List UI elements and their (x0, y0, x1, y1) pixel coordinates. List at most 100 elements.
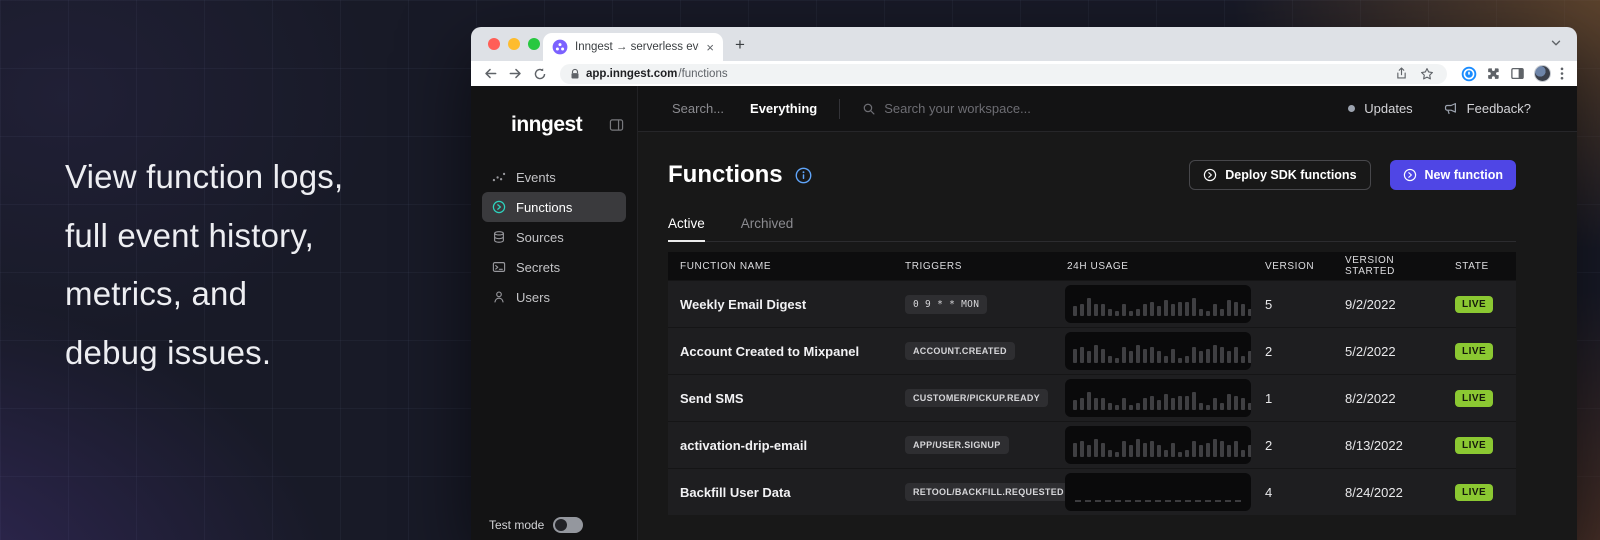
inngest-logo: inngest (511, 113, 609, 137)
info-icon[interactable] (795, 167, 812, 184)
kebab-menu-icon[interactable] (1560, 66, 1564, 81)
sidebar-item-label: Users (516, 290, 550, 305)
sidebar-item-events[interactable]: Events (482, 162, 626, 192)
version-started-date: 8/2/2022 (1331, 391, 1441, 406)
extensions-puzzle-icon[interactable] (1486, 66, 1501, 81)
back-icon[interactable] (480, 66, 500, 81)
table-row[interactable]: Send SMSCUSTOMER/PICKUP.READY18/2/2022LI… (668, 374, 1516, 421)
hero-line: debug issues. (65, 324, 343, 383)
usage-sparkline (1065, 426, 1251, 464)
no-usage-dashline (1075, 500, 1241, 502)
column-header: VERSION STARTED (1331, 255, 1441, 277)
usage-sparkline (1065, 332, 1251, 370)
browser-window: Inngest → serverless event-dri × + app.i… (471, 27, 1577, 540)
sidebar-item-functions[interactable]: Functions (482, 192, 626, 222)
state-badge: LIVE (1455, 296, 1493, 313)
sidebar: inngest Events Functions Sources Secrets Use… (471, 86, 638, 540)
forward-icon[interactable] (505, 66, 525, 81)
browser-tab[interactable]: Inngest → serverless event-dri × (543, 33, 723, 61)
chevron-down-icon[interactable] (1549, 36, 1563, 50)
share-icon[interactable] (1391, 67, 1411, 80)
bookmark-star-icon[interactable] (1417, 67, 1437, 81)
side-panel-icon[interactable] (1510, 66, 1525, 81)
profile-avatar[interactable] (1534, 65, 1551, 82)
tab-active[interactable]: Active (668, 216, 705, 242)
page-title: Functions (668, 161, 783, 189)
column-header: VERSION (1251, 261, 1331, 272)
search-icon (862, 102, 876, 116)
new-tab-button[interactable]: + (735, 35, 745, 55)
test-mode-toggle[interactable] (553, 517, 583, 533)
functions-table: FUNCTION NAMETRIGGERS24H USAGEVERSIONVER… (668, 252, 1516, 515)
new-function-button[interactable]: New function (1390, 160, 1516, 190)
tab-close-icon[interactable]: × (706, 41, 714, 54)
version-started-date: 5/2/2022 (1331, 344, 1441, 359)
extension-icons (1457, 65, 1568, 82)
deploy-sdk-functions-button[interactable]: Deploy SDK functions (1189, 160, 1370, 190)
reload-icon[interactable] (530, 67, 550, 81)
updates-link[interactable]: Updates (1348, 101, 1412, 116)
inngest-favicon-icon (552, 39, 568, 55)
tab-archived[interactable]: Archived (741, 216, 794, 241)
zoom-window-button[interactable] (528, 38, 540, 50)
usage-sparkline (1065, 379, 1251, 417)
state-badge: LIVE (1455, 343, 1493, 360)
version-started-date: 8/13/2022 (1331, 438, 1441, 453)
state-badge: LIVE (1455, 484, 1493, 501)
sources-icon (492, 230, 506, 244)
function-name: Weekly Email Digest (668, 297, 893, 312)
close-window-button[interactable] (488, 38, 500, 50)
search-scope-everything[interactable]: Everything (750, 101, 817, 116)
trigger-badge: APP/USER.SIGNUP (905, 436, 1009, 454)
table-row[interactable]: activation-drip-emailAPP/USER.SIGNUP28/1… (668, 421, 1516, 468)
version-started-date: 8/24/2022 (1331, 485, 1441, 500)
minimize-window-button[interactable] (508, 38, 520, 50)
url-bar[interactable]: app.inngest.com/functions (560, 64, 1447, 84)
feedback-link[interactable]: Feedback? (1443, 101, 1531, 116)
table-row[interactable]: Account Created to MixpanelACCOUNT.CREAT… (668, 327, 1516, 374)
functions-icon (492, 200, 506, 214)
table-header: FUNCTION NAMETRIGGERS24H USAGEVERSIONVER… (668, 252, 1516, 280)
updates-label: Updates (1364, 101, 1412, 116)
window-controls (488, 38, 540, 50)
deploy-button-label: Deploy SDK functions (1225, 168, 1356, 182)
app-top-nav: Search... Everything Search your workspa… (638, 86, 1577, 132)
usage-sparkline (1065, 473, 1251, 511)
trigger-badge: CUSTOMER/PICKUP.READY (905, 389, 1048, 407)
url-path: /functions (678, 68, 727, 80)
lock-icon (570, 68, 580, 80)
table-row[interactable]: Weekly Email Digest 0 9 * * MON 59/2/2022 L… (668, 280, 1516, 327)
tab-title: Inngest → serverless event-dri (575, 41, 699, 53)
version-value: 5 (1251, 297, 1331, 312)
table-row[interactable]: Backfill User Data RETOOL/BACKFILL.REQUES… (668, 468, 1516, 515)
sidebar-item-users[interactable]: Users (482, 282, 626, 312)
sidebar-item-label: Secrets (516, 260, 560, 275)
sidebar-item-secrets[interactable]: Secrets (482, 252, 626, 282)
state-badge: LIVE (1455, 437, 1493, 454)
column-header: TRIGGERS (893, 261, 1055, 272)
usage-sparkline (1065, 285, 1251, 323)
trigger-badge: 0 9 * * MON (905, 295, 987, 314)
sidebar-item-label: Functions (516, 200, 572, 215)
trigger-badge: RETOOL/BACKFILL.REQUESTED (905, 483, 1072, 501)
version-started-date: 9/2/2022 (1331, 297, 1441, 312)
collapse-sidebar-icon[interactable] (609, 118, 624, 132)
main-area: Search... Everything Search your workspa… (638, 86, 1577, 540)
version-value: 2 (1251, 344, 1331, 359)
onepassword-icon[interactable] (1461, 66, 1477, 82)
version-value: 2 (1251, 438, 1331, 453)
search-shortcut[interactable]: Search... (672, 101, 724, 116)
browser-tab-strip: Inngest → serverless event-dri × + (471, 27, 1577, 61)
table-body: Weekly Email Digest 0 9 * * MON 59/2/2022 L… (668, 280, 1516, 515)
new-function-button-label: New function (1425, 168, 1503, 182)
deploy-icon (1203, 168, 1217, 182)
new-function-icon (1403, 168, 1417, 182)
workspace-search-input[interactable]: Search your workspace... (862, 101, 1031, 116)
events-icon (492, 170, 506, 184)
function-name: Backfill User Data (668, 485, 893, 500)
sidebar-item-label: Sources (516, 230, 564, 245)
function-name: Send SMS (668, 391, 893, 406)
sidebar-item-sources[interactable]: Sources (482, 222, 626, 252)
feedback-label: Feedback? (1467, 101, 1531, 116)
hero-text: View function logs, full event history, … (65, 148, 343, 382)
